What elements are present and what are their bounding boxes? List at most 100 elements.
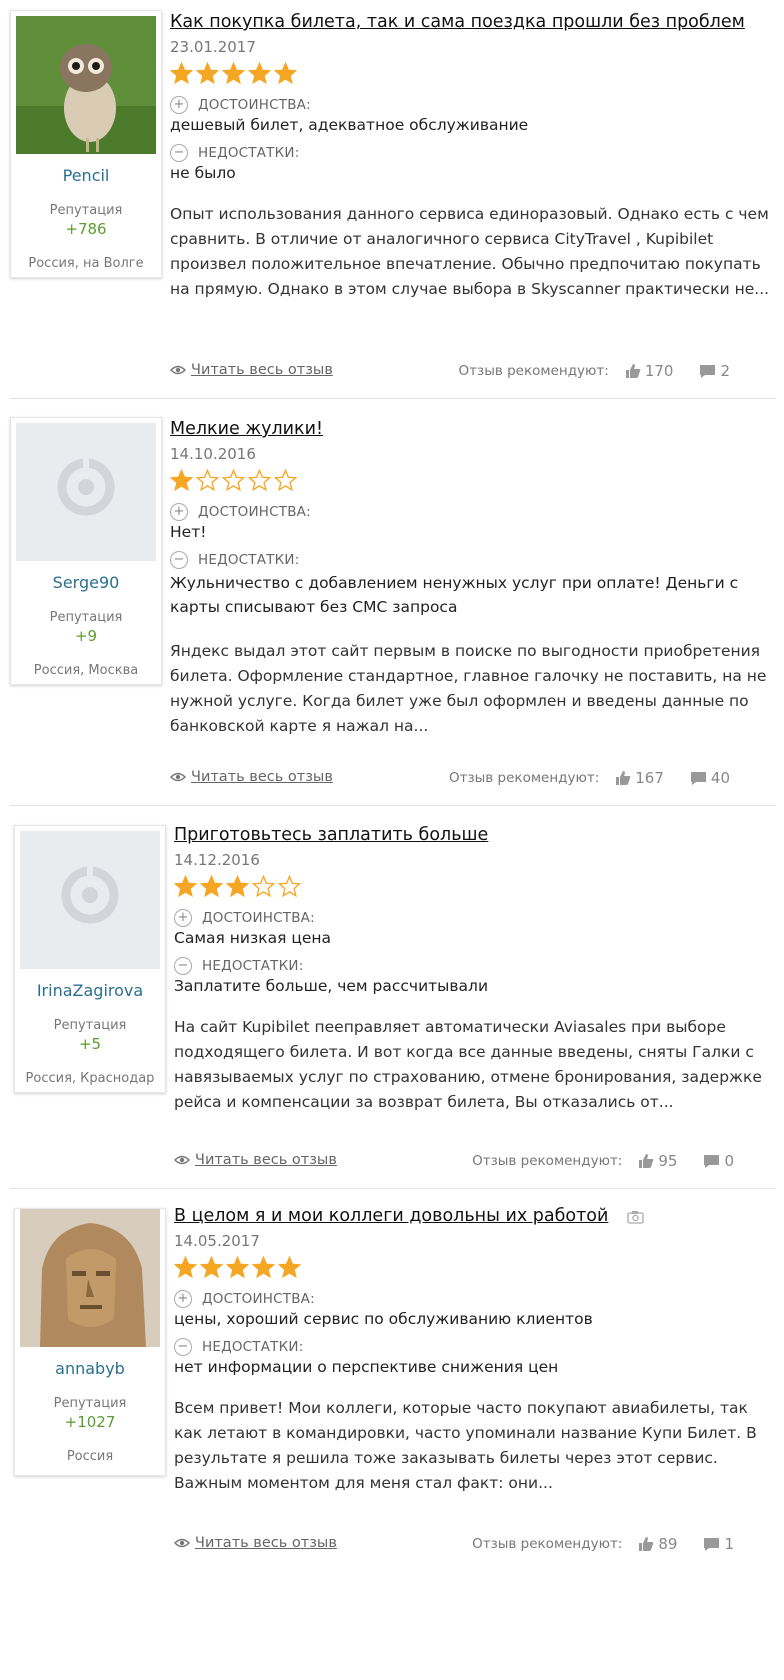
recommend-block: Отзыв рекомендуют: 170 2	[459, 362, 730, 380]
star-filled-icon	[200, 875, 223, 898]
cons-text: не было	[170, 164, 236, 182]
username-link[interactable]: IrinaZagirova	[15, 981, 165, 1000]
divider	[10, 1188, 776, 1189]
star-filled-icon	[174, 875, 197, 898]
review-content: В целом я и мои коллеги довольны их рабо…	[174, 1206, 774, 1496]
reputation-value: +1027	[64, 1413, 116, 1431]
star-empty-icon	[248, 469, 271, 492]
owl-photo-icon	[16, 16, 156, 154]
star-rating	[170, 469, 770, 493]
user-card: annabyb Репутация +1027 Россия	[14, 1208, 166, 1476]
avatar[interactable]	[16, 423, 156, 561]
minus-icon: −	[174, 957, 192, 975]
star-filled-icon	[196, 62, 219, 85]
comment-icon[interactable]	[703, 1537, 720, 1552]
cons-label: − НЕДОСТАТКИ:	[170, 144, 770, 162]
read-more-link[interactable]: Читать весь отзыв	[170, 362, 333, 378]
cons-label: − НЕДОСТАТКИ:	[174, 1338, 774, 1356]
comments-count: 1	[724, 1535, 734, 1553]
default-avatar-icon	[20, 831, 160, 969]
minus-icon: −	[174, 1338, 192, 1356]
comment-icon[interactable]	[690, 771, 707, 786]
comment-icon[interactable]	[703, 1154, 720, 1169]
star-empty-icon	[196, 469, 219, 492]
review-footer: Читать весь отзыв Отзыв рекомендуют: 167…	[170, 769, 730, 791]
review-title-link[interactable]: Как покупка билета, так и сама поездка п…	[170, 12, 745, 32]
user-location: Россия, Краснодар	[25, 1071, 155, 1086]
cons-text: Жульничество с добавлением ненужных услу…	[170, 574, 739, 616]
star-filled-icon	[170, 62, 193, 85]
avatar[interactable]	[20, 1209, 160, 1347]
star-filled-icon	[248, 62, 271, 85]
avatar[interactable]	[16, 16, 156, 154]
reputation-value: +5	[78, 1035, 102, 1053]
username-link[interactable]: annabyb	[15, 1359, 165, 1378]
star-filled-icon	[170, 469, 193, 492]
review-title-link[interactable]: Приготовьтесь заплатить больше	[174, 825, 488, 845]
star-filled-icon	[274, 62, 297, 85]
thumbs-up-icon[interactable]	[638, 1536, 654, 1552]
star-filled-icon	[174, 1256, 197, 1279]
user-card: Pencil Репутация +786 Россия, на Волге	[10, 10, 162, 278]
likes-count: 170	[644, 362, 674, 380]
plus-icon: +	[174, 909, 192, 927]
read-more-link[interactable]: Читать весь отзыв	[174, 1152, 337, 1168]
review-excerpt: Всем привет! Мои коллеги, которые часто …	[174, 1399, 757, 1492]
review-title-link[interactable]: В целом я и мои коллеги довольны их рабо…	[174, 1206, 608, 1226]
likes-count: 89	[658, 1535, 678, 1553]
star-empty-icon	[222, 469, 245, 492]
comment-icon[interactable]	[699, 364, 716, 379]
thumbs-up-icon[interactable]	[625, 363, 641, 379]
cons-text: нет информации о перспективе снижения це…	[174, 1358, 559, 1376]
thumbs-up-icon[interactable]	[638, 1153, 654, 1169]
username-link[interactable]: Serge90	[11, 573, 161, 592]
review-date: 14.05.2017	[174, 1232, 260, 1250]
username-link[interactable]: Pencil	[11, 166, 161, 185]
avatar[interactable]	[20, 831, 160, 969]
eye-icon	[170, 772, 186, 782]
star-empty-icon	[252, 875, 275, 898]
star-empty-icon	[274, 469, 297, 492]
pros-label: + ДОСТОИНСТВА:	[170, 96, 770, 114]
star-filled-icon	[278, 1256, 301, 1279]
recommend-block: Отзыв рекомендуют: 167 40	[449, 769, 730, 787]
star-filled-icon	[226, 875, 249, 898]
pros-label: + ДОСТОИНСТВА:	[174, 1290, 774, 1308]
recommend-label: Отзыв рекомендуют:	[472, 1153, 623, 1169]
user-card: Serge90 Репутация +9 Россия, Москва	[10, 417, 162, 685]
star-rating	[170, 62, 770, 86]
review-date: 23.01.2017	[170, 38, 256, 56]
read-more-link[interactable]: Читать весь отзыв	[174, 1535, 337, 1551]
user-location: Россия, Москва	[33, 663, 139, 678]
plus-icon: +	[170, 503, 188, 521]
review-title-link[interactable]: Мелкие жулики!	[170, 419, 323, 439]
cons-text: Заплатите больше, чем рассчитывали	[174, 977, 489, 995]
thumbs-up-icon[interactable]	[615, 770, 631, 786]
review-footer: Читать весь отзыв Отзыв рекомендуют: 89 …	[174, 1535, 734, 1557]
likes-count: 167	[635, 769, 664, 787]
recommend-block: Отзыв рекомендуют: 89 1	[472, 1535, 734, 1553]
read-more-link[interactable]: Читать весь отзыв	[170, 769, 333, 785]
review-content: Приготовьтесь заплатить больше 14.12.201…	[174, 825, 774, 1115]
divider	[10, 398, 776, 399]
review-footer: Читать весь отзыв Отзыв рекомендуют: 95 …	[174, 1152, 734, 1174]
star-filled-icon	[226, 1256, 249, 1279]
star-filled-icon	[222, 62, 245, 85]
reputation-label: Репутация	[53, 1018, 127, 1033]
likes-count: 95	[658, 1152, 678, 1170]
recommend-label: Отзыв рекомендуют:	[448, 770, 600, 786]
recommend-label: Отзыв рекомендуют:	[472, 1536, 623, 1552]
star-filled-icon	[252, 1256, 275, 1279]
pros-text: цены, хороший сервис по обслуживанию кли…	[174, 1310, 593, 1328]
pros-label: + ДОСТОИНСТВА:	[170, 503, 770, 521]
user-location: Россия, на Волге	[28, 256, 144, 271]
review-excerpt: Опыт использования данного сервиса едино…	[170, 205, 770, 298]
reputation-label: Репутация	[49, 610, 123, 625]
divider	[10, 805, 776, 806]
user-card: IrinaZagirova Репутация +5 Россия, Красн…	[14, 825, 166, 1093]
review-content: Мелкие жулики! 14.10.2016 + ДОСТОИНСТВА: …	[170, 419, 770, 739]
review-footer: Читать весь отзыв Отзыв рекомендуют: 170…	[170, 362, 730, 384]
sphinx-photo-icon	[20, 1209, 160, 1347]
recommend-label: Отзыв рекомендуют:	[458, 363, 609, 379]
reputation-value: +786	[65, 220, 107, 238]
